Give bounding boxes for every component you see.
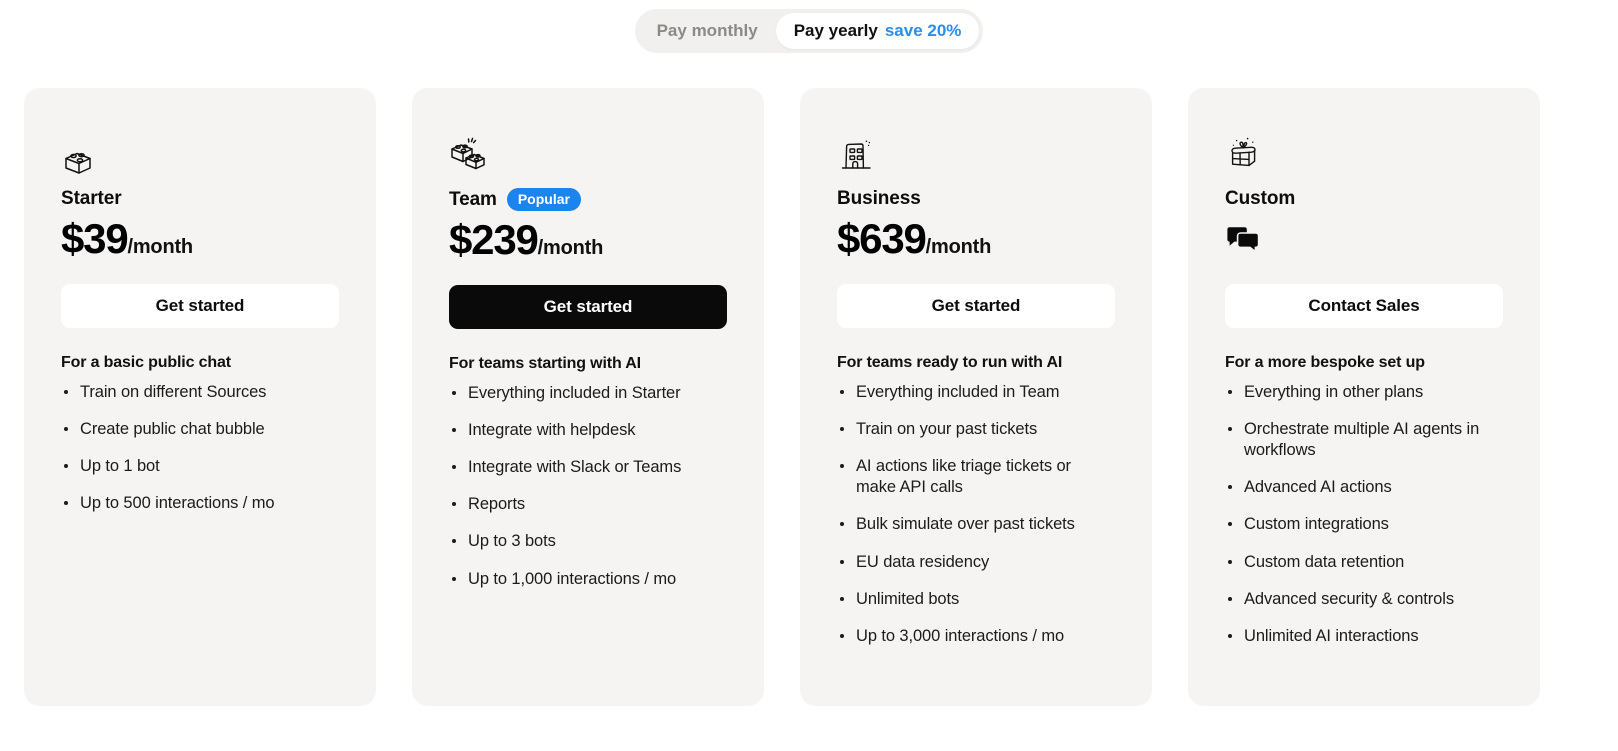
two-lego-bricks-icon — [449, 134, 727, 178]
plan-tagline: For a more bespoke set up — [1225, 354, 1425, 371]
get-started-button-starter[interactable]: Get started — [61, 284, 339, 328]
feature-item: Advanced AI actions — [1225, 477, 1503, 498]
feature-item: Up to 3,000 interactions / mo — [837, 626, 1115, 647]
feature-item: Orchestrate multiple AI agents in workfl… — [1225, 419, 1503, 461]
gift-box-icon — [1225, 134, 1503, 178]
plan-price-business: $639 /month — [837, 218, 1115, 270]
feature-item: Advanced security & controls — [1225, 589, 1503, 610]
feature-item: Unlimited AI interactions — [1225, 626, 1503, 647]
speech-bubbles-icon — [1225, 226, 1261, 262]
billing-toggle-yearly-label: Pay yearly — [793, 21, 878, 40]
plan-name: Team — [449, 188, 497, 210]
feature-item: Up to 1 bot — [61, 456, 339, 477]
plan-price-custom — [1225, 218, 1503, 270]
feature-list-custom: Everything in other plans Orchestrate mu… — [1225, 382, 1503, 663]
pricing-card-custom: Custom Contact Sales For a more bespoke … — [1188, 88, 1540, 706]
pricing-card-starter: Starter $39 /month Get started For a bas… — [24, 88, 376, 706]
price-period: /month — [537, 237, 604, 259]
pricing-card-list: Starter $39 /month Get started For a bas… — [24, 88, 1594, 706]
feature-item: Up to 3 bots — [449, 531, 727, 552]
plan-name: Starter — [61, 188, 122, 209]
plan-name: Business — [837, 188, 921, 209]
price-period: /month — [925, 236, 992, 258]
plan-tagline: For a basic public chat — [61, 354, 231, 371]
price-period: /month — [127, 236, 193, 258]
price-amount: $639 — [837, 215, 927, 262]
popular-badge: Popular — [506, 188, 581, 211]
feature-item: Custom integrations — [1225, 514, 1503, 535]
feature-item: Reports — [449, 494, 727, 515]
billing-toggle-monthly-label: Pay monthly — [656, 21, 758, 40]
get-started-button-team[interactable]: Get started — [449, 285, 727, 329]
plan-tagline: For teams ready to run with AI — [837, 354, 1063, 371]
plan-price-starter: $39 /month — [61, 218, 339, 270]
plan-header-starter: Starter — [61, 188, 339, 210]
feature-item: Everything in other plans — [1225, 382, 1503, 403]
contact-sales-button[interactable]: Contact Sales — [1225, 284, 1503, 328]
billing-toggle-container: Pay monthly Pay yearly save 20% — [0, 9, 1618, 53]
office-building-icon — [837, 134, 1115, 178]
billing-toggle-yearly[interactable]: Pay yearly save 20% — [775, 13, 980, 49]
plan-name: Custom — [1225, 188, 1296, 209]
feature-item: Unlimited bots — [837, 589, 1115, 610]
feature-item: Create public chat bubble — [61, 419, 339, 440]
pricing-card-business: Business $639 /month Get started For tea… — [800, 88, 1152, 706]
get-started-button-business[interactable]: Get started — [837, 284, 1115, 328]
feature-item: Integrate with helpdesk — [449, 420, 727, 441]
price-amount: $239 — [449, 216, 539, 263]
plan-tagline: For teams starting with AI — [449, 355, 641, 372]
billing-toggle[interactable]: Pay monthly Pay yearly save 20% — [634, 9, 984, 53]
feature-list-team: Everything included in Starter Integrate… — [449, 383, 727, 606]
plan-price-team: $239 /month — [449, 219, 727, 271]
feature-item: Up to 500 interactions / mo — [61, 493, 339, 514]
feature-item: AI actions like triage tickets or make A… — [837, 456, 1115, 498]
feature-item: Up to 1,000 interactions / mo — [449, 569, 727, 590]
pricing-card-team: Team Popular $239 /month Get started For… — [412, 88, 764, 706]
price-amount: $39 — [61, 215, 129, 262]
plan-header-team: Team Popular — [449, 188, 727, 211]
pricing-page: Pay monthly Pay yearly save 20% Starter … — [0, 0, 1618, 751]
feature-item: Everything included in Team — [837, 382, 1115, 403]
feature-list-starter: Train on different Sources Create public… — [61, 382, 339, 530]
feature-item: Bulk simulate over past tickets — [837, 514, 1115, 535]
lego-brick-icon — [61, 134, 339, 178]
feature-item: Train on different Sources — [61, 382, 339, 403]
feature-item: EU data residency — [837, 552, 1115, 573]
plan-header-business: Business — [837, 188, 1115, 210]
feature-item: Everything included in Starter — [449, 383, 727, 404]
feature-item: Custom data retention — [1225, 552, 1503, 573]
plan-header-custom: Custom — [1225, 188, 1503, 210]
feature-item: Train on your past tickets — [837, 419, 1115, 440]
feature-item: Integrate with Slack or Teams — [449, 457, 727, 478]
billing-toggle-monthly[interactable]: Pay monthly — [639, 13, 776, 49]
feature-list-business: Everything included in Team Train on you… — [837, 382, 1115, 663]
billing-toggle-save-label: save 20% — [884, 21, 962, 40]
